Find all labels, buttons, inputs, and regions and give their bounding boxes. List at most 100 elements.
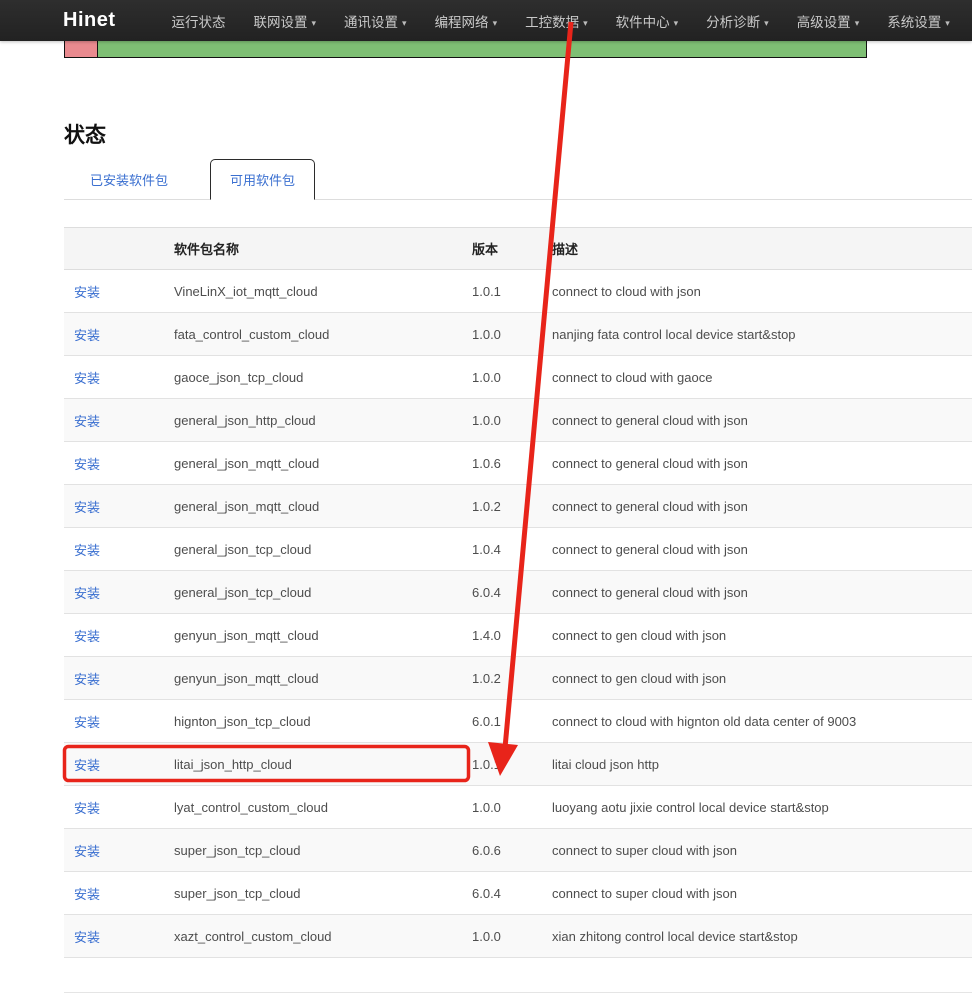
nav-item-logout[interactable]: 退出 bbox=[964, 0, 972, 43]
cell-version: 1.0.4 bbox=[462, 528, 542, 571]
chevron-down-icon: ▾ bbox=[855, 18, 860, 29]
table-row: 安装litai_json_http_cloud1.0.1litai cloud … bbox=[64, 743, 972, 786]
table-row: 安装 general_json_mqtt_cloud1.0.6connect to… bbox=[64, 442, 972, 485]
nav-item-comm-settings[interactable]: 通讯设置▾ bbox=[330, 0, 421, 43]
cell-description: connect to cloud with hignton old data c… bbox=[542, 700, 972, 743]
table-row: 安装lyat_control_custom_cloud1.0.0luoyang … bbox=[64, 786, 972, 829]
cell-package-name: general_json_http_cloud bbox=[164, 399, 462, 442]
install-link[interactable]: 安装 bbox=[74, 801, 100, 816]
cell-package-name: general_json_tcp_cloud bbox=[164, 571, 462, 614]
cell-package-name: genyun_json_mqtt_cloud bbox=[164, 614, 462, 657]
install-link[interactable]: 安装 bbox=[74, 285, 100, 300]
cell-version: 6.0.1 bbox=[462, 700, 542, 743]
header-description: 描述 bbox=[542, 228, 972, 270]
cell-install: 安装 bbox=[64, 657, 164, 700]
tab-available[interactable]: 可用软件包 bbox=[210, 159, 315, 200]
brand-logo[interactable]: Hinet bbox=[63, 9, 116, 32]
cell-version: 1.0.2 bbox=[462, 485, 542, 528]
cell-install: 安装 bbox=[64, 528, 164, 571]
cell-description: connect to super cloud with json bbox=[542, 872, 972, 915]
install-link[interactable]: 安装 bbox=[74, 328, 100, 343]
nav-item-label: 高级设置 bbox=[797, 15, 851, 30]
install-link[interactable]: 安装 bbox=[74, 672, 100, 687]
cell-package-name: lyat_control_custom_cloud bbox=[164, 786, 462, 829]
cell-version: 6.0.4 bbox=[462, 872, 542, 915]
nav-item-label: 工控数据 bbox=[525, 15, 579, 30]
install-link[interactable]: 安装 bbox=[74, 500, 100, 515]
cell-package-name: general_json_mqtt_cloud bbox=[164, 442, 462, 485]
cell-package-name: general_json_tcp_cloud bbox=[164, 528, 462, 571]
install-link[interactable]: 安装 bbox=[74, 586, 100, 601]
cell-install: 安装 bbox=[64, 399, 164, 442]
cell-description: connect to general cloud with json bbox=[542, 399, 972, 442]
cell-install: 安装 bbox=[64, 700, 164, 743]
cell-package-name: xazt_control_custom_cloud bbox=[164, 915, 462, 958]
cell-install: 安装 bbox=[64, 571, 164, 614]
install-link[interactable]: 安装 bbox=[74, 930, 100, 945]
nav-menu: 运行状态联网设置▾通讯设置▾编程网络▾工控数据▾ 软件中心 ▾ 分析诊断▾ 高级设置 ▾ 系… bbox=[158, 0, 972, 43]
nav-item-programming-network[interactable]: 编程网络▾ bbox=[421, 0, 512, 43]
install-link[interactable]: 安装 bbox=[74, 629, 100, 644]
nav-item-run-status[interactable]: 运行状态 bbox=[158, 0, 240, 43]
cell-version: 1.0.0 bbox=[462, 915, 542, 958]
install-link[interactable]: 安装 bbox=[74, 543, 100, 558]
table-row: 安装fata_control_custom_cloud1.0.0nanjing … bbox=[64, 313, 972, 356]
cell-description: connect to super cloud with json bbox=[542, 829, 972, 872]
cell-version: 1.0.6 bbox=[462, 442, 542, 485]
table-row: 安装gaoce_json_tcp_cloud1.0.0connect to cl… bbox=[64, 356, 972, 399]
cell-description: luoyang aotu jixie control local device … bbox=[542, 786, 972, 829]
install-link[interactable]: 安装 bbox=[74, 414, 100, 429]
cell-install: 安装 bbox=[64, 485, 164, 528]
top-navbar: Hinet 运行状态联网设置▾通讯设置▾编程网络▾工控数据▾软件中心▾分析诊断▾… bbox=[0, 0, 972, 41]
cell-version: 1.4.0 bbox=[462, 614, 542, 657]
install-link[interactable]: 安装 bbox=[74, 887, 100, 902]
nav-item-label: 联网设置 bbox=[254, 15, 308, 30]
nav-item-industrial-data[interactable]: 工控数据▾ bbox=[511, 0, 602, 43]
cell-description: connect to gen cloud with json bbox=[542, 614, 972, 657]
nav-item-network-settings[interactable]: 联网设置▾ bbox=[240, 0, 331, 43]
tab-installed[interactable]: 已安装软件包 bbox=[74, 160, 184, 199]
cell-package-name: fata_control_custom_cloud bbox=[164, 313, 462, 356]
nav-item-label: 编程网络 bbox=[435, 15, 489, 30]
install-link[interactable]: 安装 bbox=[74, 715, 100, 730]
cell-package-name: litai_json_http_cloud bbox=[164, 743, 462, 786]
table-row: 安装hignton_json_tcp_cloud6.0.1connect to … bbox=[64, 700, 972, 743]
cell-package-name: VineLinX_iot_mqtt_cloud bbox=[164, 270, 462, 313]
cell-install: 安装 bbox=[64, 743, 164, 786]
cell-description: connect to cloud with gaoce bbox=[542, 356, 972, 399]
page-title: 状态 bbox=[64, 119, 972, 149]
nav-item-software-center[interactable]: 软件中心 ▾ bbox=[602, 0, 693, 43]
chevron-down-icon: ▾ bbox=[674, 18, 679, 29]
cell-version: 6.0.6 bbox=[462, 829, 542, 872]
nav-item-advanced-settings[interactable]: 高级设置 ▾ bbox=[783, 0, 874, 43]
cell-version: 1.0.0 bbox=[462, 313, 542, 356]
cell-version: 1.0.1 bbox=[462, 270, 542, 313]
cell-package-name: general_json_mqtt_cloud bbox=[164, 485, 462, 528]
table-row: 安装super_json_tcp_cloud6.0.4connect to su… bbox=[64, 872, 972, 915]
cell-install: 安装 bbox=[64, 872, 164, 915]
package-table: 软件包名称 版本 描述 安装VineLinX_iot_mqtt_cloud1.0… bbox=[64, 227, 972, 958]
cell-description: connect to general cloud with json bbox=[542, 442, 972, 485]
header-package-name: 软件包名称 bbox=[164, 228, 462, 270]
install-link[interactable]: 安装 bbox=[74, 758, 100, 773]
cell-description: connect to general cloud with json bbox=[542, 571, 972, 614]
cell-description: xian zhitong control local device start&… bbox=[542, 915, 972, 958]
nav-item-label: 通讯设置 bbox=[344, 15, 398, 30]
package-tabs: 已安装软件包可用软件包 bbox=[64, 162, 972, 200]
nav-item-system-settings[interactable]: 系统设置▾ bbox=[873, 0, 964, 43]
cell-install: 安装 bbox=[64, 270, 164, 313]
nav-item-analysis-diagnosis[interactable]: 分析诊断▾ bbox=[692, 0, 783, 43]
cell-install: 安装 bbox=[64, 829, 164, 872]
install-link[interactable]: 安装 bbox=[74, 844, 100, 859]
cell-install: 安装 bbox=[64, 786, 164, 829]
header-version: 版本 bbox=[462, 228, 542, 270]
table-row: 安装general_json_http_cloud1.0.0connect to… bbox=[64, 399, 972, 442]
cell-description: connect to general cloud with json bbox=[542, 485, 972, 528]
nav-item-label: 软件中心 bbox=[616, 15, 670, 30]
nav-item-label: 运行状态 bbox=[172, 15, 226, 30]
table-header-row: 软件包名称 版本 描述 bbox=[64, 228, 972, 270]
nav-item-label: 系统设置 bbox=[887, 15, 941, 30]
install-link[interactable]: 安装 bbox=[74, 371, 100, 386]
install-link[interactable]: 安装 bbox=[74, 457, 100, 472]
table-row: 安装general_json_tcp_cloud6.0.4connect to … bbox=[64, 571, 972, 614]
